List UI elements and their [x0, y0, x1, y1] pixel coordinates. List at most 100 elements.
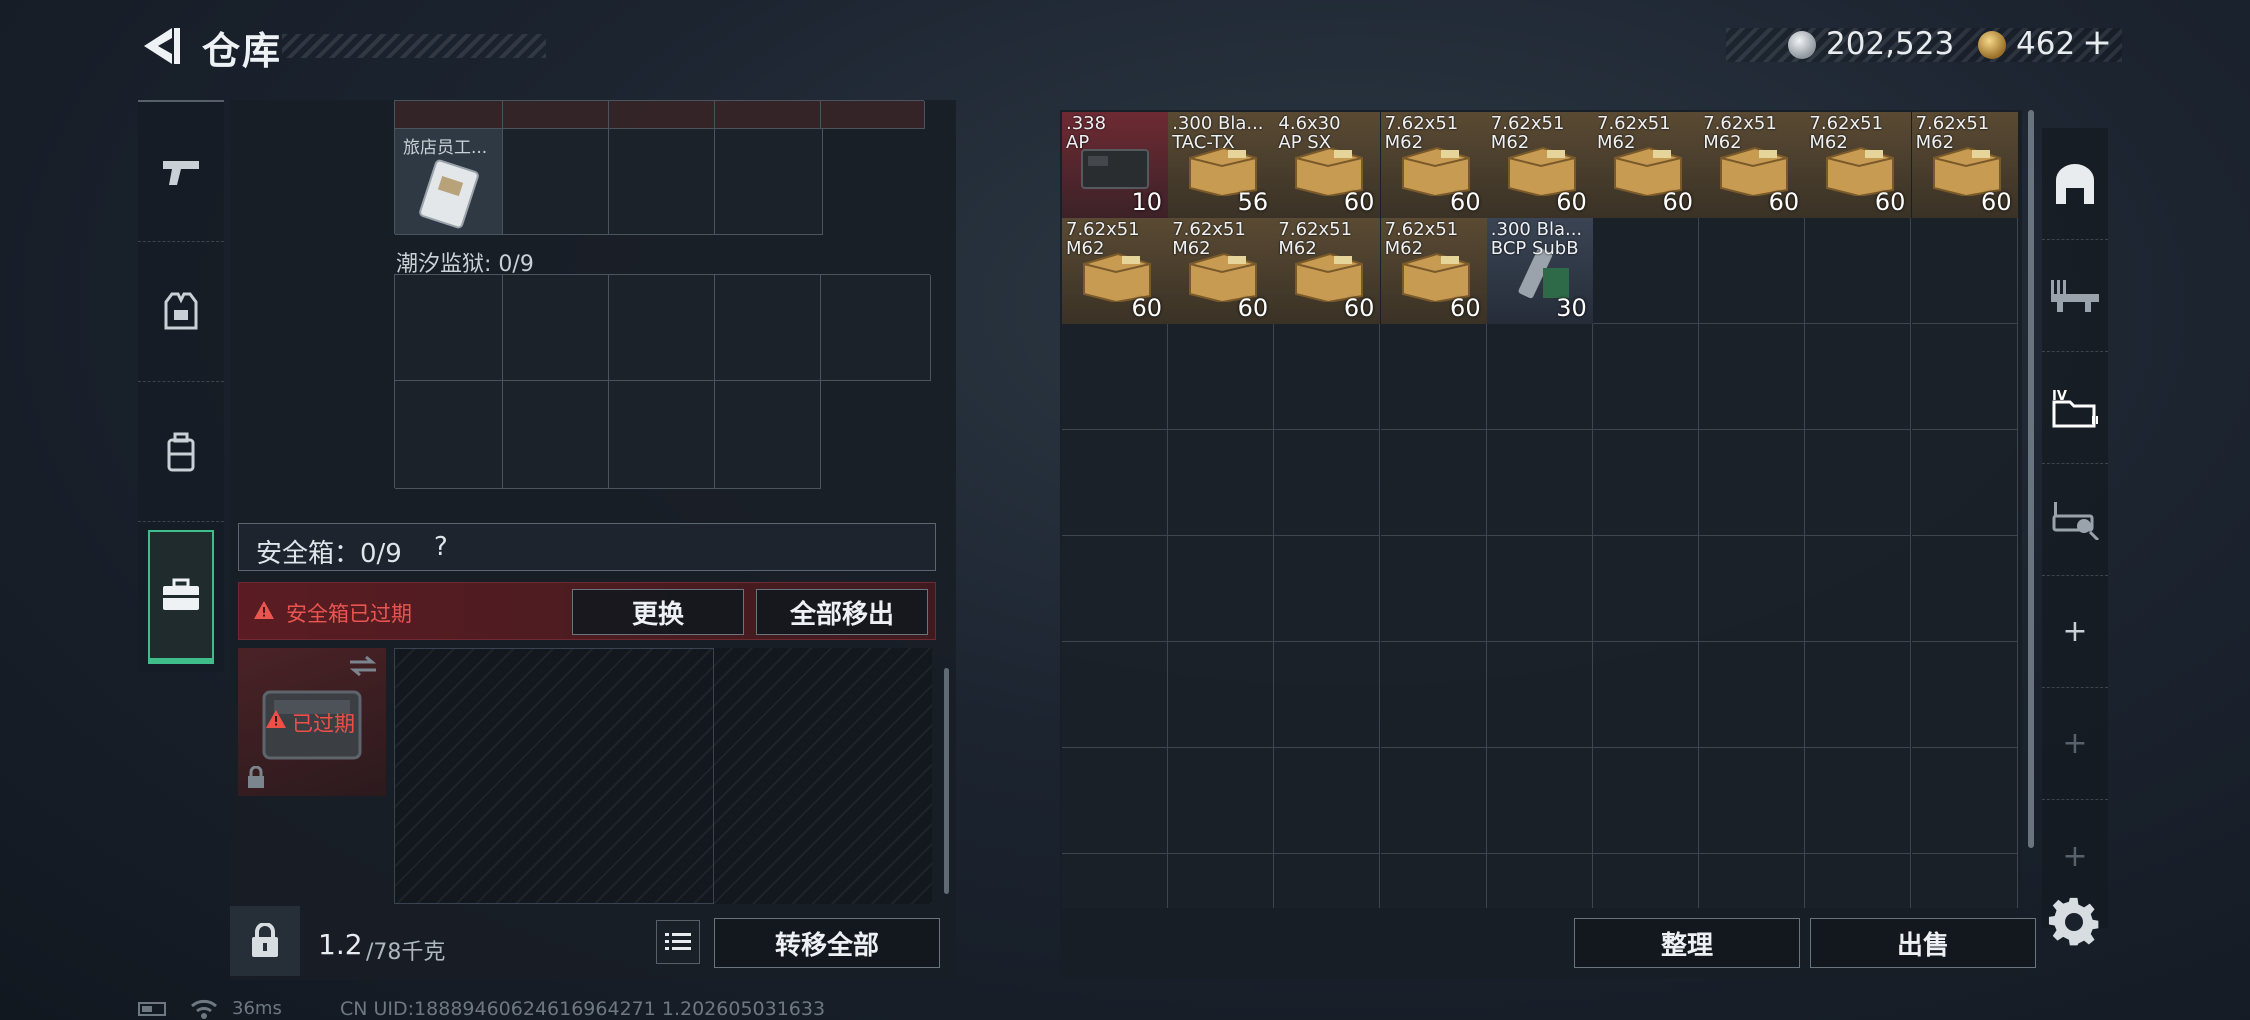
player-uid: CN UID:18889460624616964271 1.2026050316…	[340, 998, 826, 1020]
stash-cell[interactable]	[1699, 748, 1806, 854]
stash-cell[interactable]	[1168, 642, 1275, 748]
stash-cell[interactable]	[1380, 324, 1487, 430]
stash-cell[interactable]	[1805, 642, 1912, 748]
stash-cell[interactable]	[1911, 430, 2018, 536]
stash-cell[interactable]	[1380, 430, 1487, 536]
list-view-button[interactable]	[656, 920, 700, 964]
stash-cell[interactable]	[1062, 324, 1168, 430]
stash-cell[interactable]	[1699, 536, 1806, 642]
stash-cell[interactable]	[1699, 218, 1806, 324]
right-tab-stash[interactable]	[2042, 128, 2108, 240]
left-scrollbar[interactable]	[944, 668, 949, 894]
stash-cell[interactable]	[1699, 854, 1806, 908]
item-count: 30	[1556, 294, 1587, 322]
stash-cell[interactable]	[1805, 218, 1912, 324]
add-currency-button[interactable]: +	[2082, 22, 2112, 63]
ammo-item[interactable]: 7.62x51 M62 60	[1593, 112, 1699, 218]
ammo-item[interactable]: 7.62x51 M62 60	[1699, 112, 1806, 218]
ammo-item[interactable]: 7.62x51 M62 60	[1486, 112, 1593, 218]
stash-cell[interactable]	[1593, 748, 1699, 854]
stash-cell[interactable]	[1168, 430, 1275, 536]
swap-icon[interactable]	[348, 654, 378, 678]
stash-cell[interactable]	[1486, 854, 1593, 908]
stash-cell[interactable]	[1805, 430, 1912, 536]
ammo-item[interactable]: 7.62x51 M62 60	[1805, 112, 1912, 218]
ammo-item[interactable]: .338 AP 10	[1062, 112, 1168, 218]
stash-cell[interactable]	[1911, 748, 2018, 854]
stash-cell[interactable]	[1699, 642, 1806, 748]
stash-cell[interactable]	[1486, 748, 1593, 854]
right-tab-storage[interactable]: IV	[2042, 352, 2108, 464]
stash-cell[interactable]	[1274, 536, 1381, 642]
stash-cell[interactable]	[1805, 748, 1912, 854]
ammo-item[interactable]: 4.6x30 AP SX 60	[1274, 112, 1381, 218]
gear-icon[interactable]	[2048, 896, 2100, 948]
ammo-item[interactable]: 7.62x51 M62 60	[1911, 112, 2018, 218]
stash-cell[interactable]	[1168, 854, 1275, 908]
ammo-item[interactable]: 7.62x51 M62 60	[1168, 218, 1275, 324]
nav-tab-weapons[interactable]	[138, 102, 224, 242]
stash-cell[interactable]	[1168, 324, 1275, 430]
stash-cell[interactable]	[1274, 642, 1381, 748]
stash-cell[interactable]	[1380, 748, 1487, 854]
stash-cell[interactable]	[1062, 536, 1168, 642]
stash-cell[interactable]	[1593, 324, 1699, 430]
stash-cell[interactable]	[1486, 324, 1593, 430]
ammo-item[interactable]: .300 Bla... BCP SubB 30	[1486, 218, 1593, 324]
stash-cell[interactable]	[1805, 536, 1912, 642]
ammo-item[interactable]: 7.62x51 M62 60	[1380, 218, 1487, 324]
sell-button[interactable]: 出售	[1810, 918, 2036, 968]
stash-cell[interactable]	[1805, 324, 1912, 430]
stash-cell[interactable]	[1593, 218, 1699, 324]
stash-cell[interactable]	[1911, 218, 2018, 324]
stash-cell[interactable]	[1062, 642, 1168, 748]
ammo-item[interactable]: .300 Bla... TAC-TX 56	[1168, 112, 1275, 218]
stash-scrollbar[interactable]	[2028, 110, 2034, 848]
ammo-item[interactable]: 7.62x51 M62 60	[1380, 112, 1487, 218]
hotel-staff-item[interactable]: 旅店员工...	[395, 129, 503, 235]
stash-cell[interactable]	[1380, 536, 1487, 642]
right-tab-add-1[interactable]: +	[2042, 576, 2108, 688]
stash-cell[interactable]	[1593, 536, 1699, 642]
stash-cell[interactable]	[1274, 324, 1381, 430]
stash-cell[interactable]	[1168, 748, 1275, 854]
stash-cell[interactable]	[1699, 324, 1806, 430]
stash-cell[interactable]	[1486, 642, 1593, 748]
stash-cell[interactable]	[1274, 748, 1381, 854]
nav-tab-backpack[interactable]	[138, 382, 224, 522]
stash-cell[interactable]	[1274, 430, 1381, 536]
tidy-button[interactable]: 整理	[1574, 918, 1800, 968]
stash-cell[interactable]	[1593, 642, 1699, 748]
stash-cell[interactable]	[1593, 854, 1699, 908]
stash-cell[interactable]	[1911, 854, 2018, 908]
transfer-all-button[interactable]: 转移全部	[714, 918, 940, 968]
stash-cell[interactable]	[1168, 536, 1275, 642]
stash-cell[interactable]	[1911, 536, 2018, 642]
safe-box-help-button[interactable]: ?	[434, 532, 448, 562]
stash-cell[interactable]	[1593, 430, 1699, 536]
stash-cell[interactable]	[1699, 430, 1806, 536]
replace-button[interactable]: 更换	[572, 589, 744, 635]
stash-cell[interactable]	[1380, 854, 1487, 908]
nav-tab-safe-box[interactable]	[148, 530, 214, 664]
stash-cell[interactable]	[1911, 642, 2018, 748]
stash-cell[interactable]	[1062, 748, 1168, 854]
right-tab-add-2[interactable]: +	[2042, 688, 2108, 800]
ammo-item[interactable]: 7.62x51 M62 60	[1062, 218, 1168, 324]
stash-cell[interactable]	[1805, 854, 1912, 908]
stash-cell[interactable]	[1062, 430, 1168, 536]
item-name: 7.62x51 M62	[1597, 114, 1671, 152]
lock-toggle-button[interactable]	[230, 906, 300, 976]
move-all-out-button[interactable]: 全部移出	[756, 589, 928, 635]
right-tab-workshop[interactable]	[2042, 464, 2108, 576]
ammo-item[interactable]: 7.62x51 M62 60	[1274, 218, 1381, 324]
nav-tab-armor[interactable]	[138, 242, 224, 382]
stash-cell[interactable]	[1486, 536, 1593, 642]
stash-cell[interactable]	[1062, 854, 1168, 908]
stash-cell[interactable]	[1911, 324, 2018, 430]
stash-cell[interactable]	[1486, 430, 1593, 536]
back-button[interactable]	[136, 24, 184, 68]
stash-cell[interactable]	[1380, 642, 1487, 748]
right-tab-weapon-rack[interactable]	[2042, 240, 2108, 352]
stash-cell[interactable]	[1274, 854, 1381, 908]
